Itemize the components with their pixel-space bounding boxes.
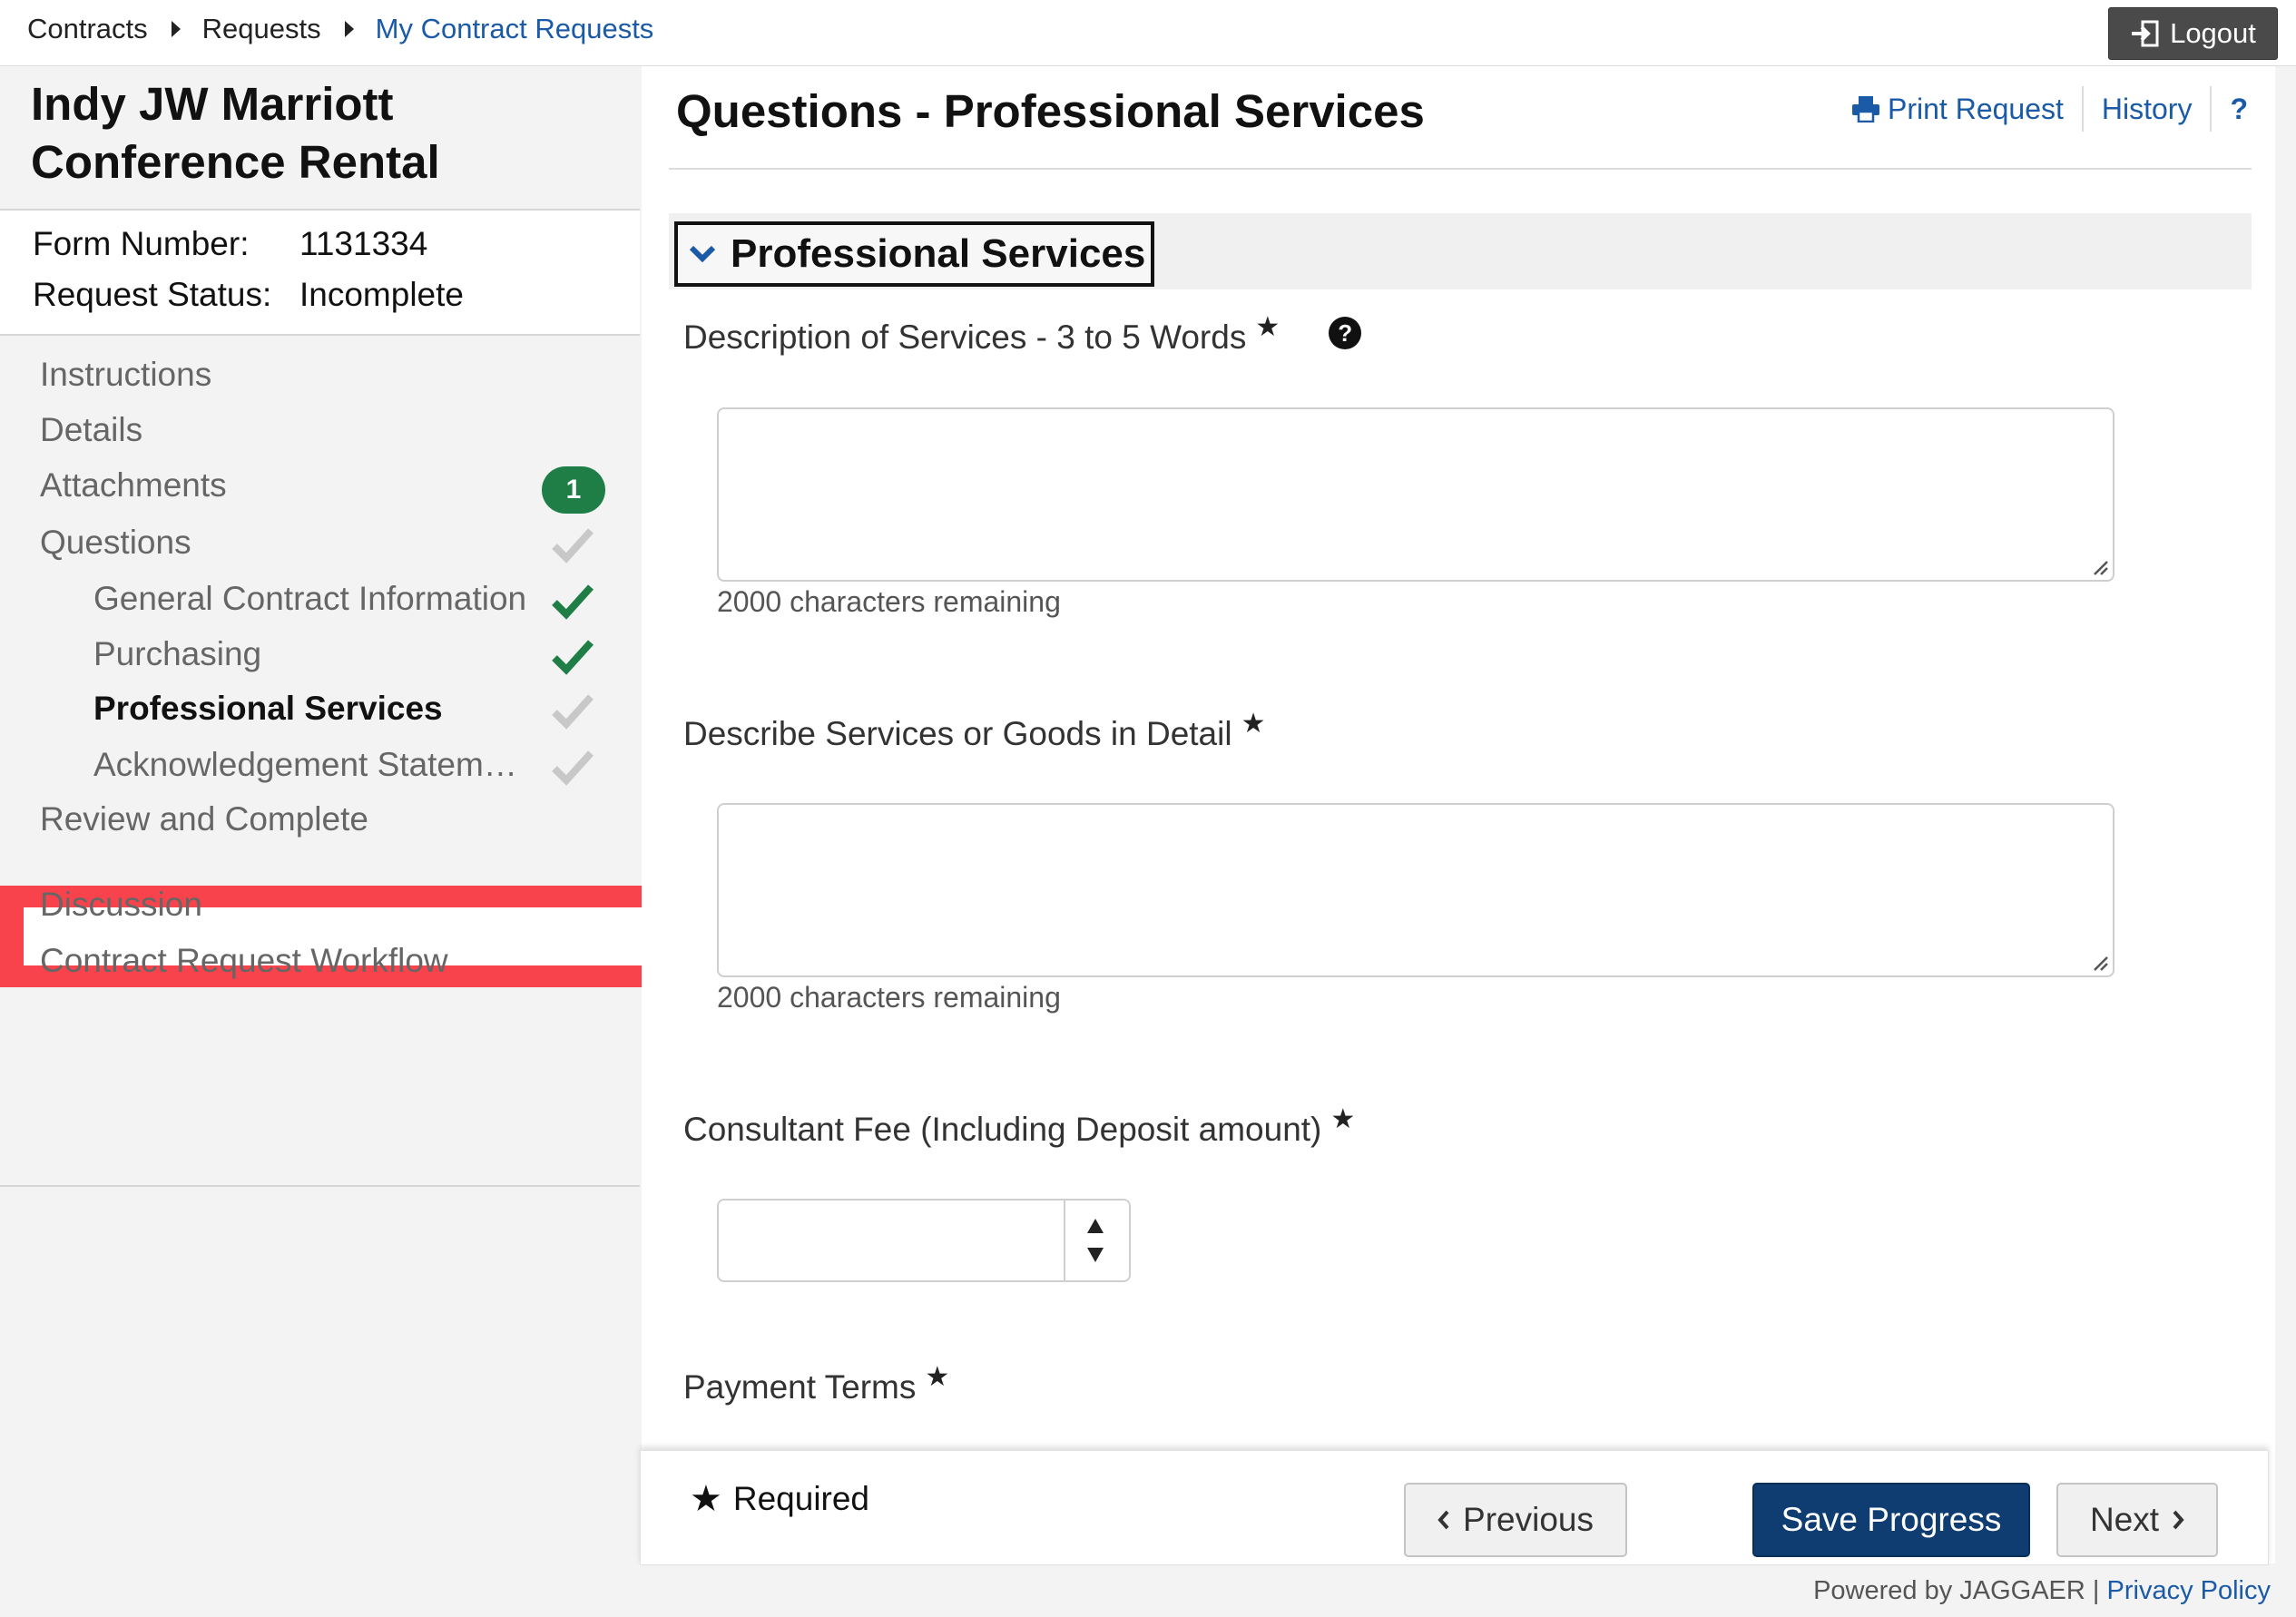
privacy-policy-link[interactable]: Privacy Policy [2107,1576,2271,1605]
characters-remaining: 2000 characters remaining [717,585,1061,618]
request-title-line2: Conference Rental [31,136,440,188]
description-of-services-textarea[interactable] [717,407,2114,582]
sidebar-item-label: Acknowledgement Statement [93,746,529,783]
required-star-icon: ★ [1241,709,1266,739]
breadcrumb-my-contract-requests[interactable]: My Contract Requests [376,13,654,45]
previous-button[interactable]: Previous [1404,1483,1627,1557]
breadcrumb-separator-icon [171,21,181,37]
sidebar-item-label: Attachments [40,466,227,504]
print-request-link[interactable]: Print Request [1851,93,2064,126]
form-number-value: 1131334 [299,225,428,262]
sidebar-item-label: General Contract Information [93,580,527,617]
action-divider [2210,86,2213,132]
sidebar-item-label: Instructions [40,356,212,393]
sidebar-divider [0,1185,640,1187]
print-request-label: Print Request [1888,92,2064,125]
required-label: Required [732,1480,870,1517]
form-footer: ★ Required Previous Save Progress Next [640,1450,2269,1565]
chevron-right-icon [2173,1510,2184,1530]
breadcrumb-contracts[interactable]: Contracts [27,13,148,45]
stepper-down-icon[interactable] [1087,1248,1104,1262]
required-star-icon: ★ [1330,1104,1356,1134]
help-link[interactable]: ? [2230,93,2248,126]
previous-label: Previous [1463,1501,1594,1538]
sidebar-item-contract-request-workflow[interactable]: Contract Request Workflow [0,922,640,1004]
sidebar-item-label: Discussion [40,886,202,923]
question-label-consultant-fee: Consultant Fee (Including Deposit amount… [683,1104,1355,1149]
form-number-label: Form Number: [33,225,250,262]
required-star-icon: ★ [690,1479,722,1519]
question-text: Describe Services or Goods in Detail [683,715,1232,752]
question-text: Description of Services - 3 to 5 Words [683,318,1247,356]
sidebar-item-label: Contract Request Workflow [40,942,448,979]
sidebar-item-label: Details [40,411,143,448]
powered-by: Powered by JAGGAER | Privacy Policy [1813,1576,2271,1606]
resize-grip-icon[interactable] [2089,952,2109,972]
help-question-icon[interactable]: ? [1329,317,1362,349]
question-label-detail: Describe Services or Goods in Detail ★ [683,709,1265,753]
sidebar-item-label: Professional Services [93,690,443,727]
main-panel: Questions - Professional Services Print … [642,66,2275,1563]
number-stepper[interactable] [1064,1200,1129,1280]
request-meta: Form Number: 1131334 Request Status: Inc… [0,211,640,336]
section-title: Professional Services [731,231,1146,276]
consultant-fee-input[interactable] [717,1199,1131,1282]
action-divider [2081,86,2084,132]
logout-label: Logout [2170,17,2256,49]
sidebar-item-label: Purchasing [93,635,262,672]
sidebar: Indy JW Marriott Conference Rental Form N… [0,66,667,1563]
question-label-payment-terms: Payment Terms ★ [683,1362,949,1406]
chevron-left-icon [1437,1510,1449,1530]
section-toggle-professional-services[interactable]: Professional Services [674,221,1155,287]
stepper-up-icon[interactable] [1087,1219,1104,1233]
next-label: Next [2089,1501,2160,1538]
question-label-description: Description of Services - 3 to 5 Words ★… [683,312,1362,357]
required-legend: ★ Required [690,1478,869,1520]
request-status-label: Request Status: [33,276,272,313]
describe-services-detail-textarea[interactable] [717,803,2114,977]
question-text: Consultant Fee (Including Deposit amount… [683,1111,1322,1148]
question-text: Payment Terms [683,1368,917,1406]
history-link[interactable]: History [2102,93,2193,126]
required-star-icon: ★ [1255,312,1280,342]
request-title-line1: Indy JW Marriott [31,78,394,130]
next-button[interactable]: Next [2056,1483,2218,1557]
printer-icon [1852,96,1880,122]
title-divider [669,168,2252,170]
request-title: Indy JW Marriott Conference Rental [0,66,640,211]
breadcrumb-requests[interactable]: Requests [202,13,321,45]
top-bar: Contracts Requests My Contract Requests … [0,0,2296,66]
resize-grip-icon[interactable] [2089,556,2109,576]
save-progress-label: Save Progress [1781,1501,2002,1538]
request-status-value: Incomplete [299,276,464,313]
sidebar-item-label: Review and Complete [40,800,368,838]
breadcrumb: Contracts Requests My Contract Requests [27,13,653,45]
breadcrumb-separator-icon [344,21,354,37]
sidebar-item-label: Questions [40,524,191,561]
chevron-down-icon [689,245,716,263]
save-progress-button[interactable]: Save Progress [1752,1483,2030,1557]
required-star-icon: ★ [925,1362,950,1392]
sidebar-item-review-and-complete[interactable]: Review and Complete [0,780,640,862]
page-actions: Print Request History ? [1851,86,2248,132]
page-title: Questions - Professional Services [676,85,1425,137]
logout-button[interactable]: Logout [2108,7,2278,60]
logout-icon [2132,20,2159,47]
powered-by-text: Powered by JAGGAER | [1813,1576,2100,1605]
characters-remaining: 2000 characters remaining [717,981,1061,1014]
